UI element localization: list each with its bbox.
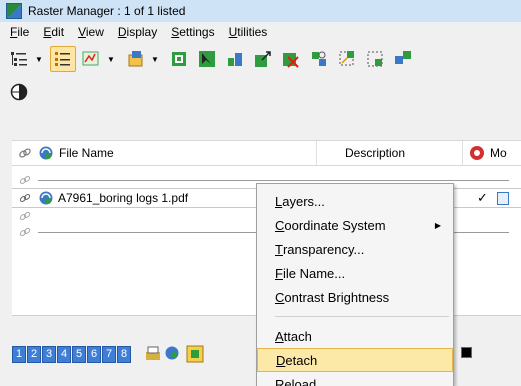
- link-icon: [12, 210, 38, 222]
- menu-item-transparency-key: T: [275, 241, 283, 257]
- attach-raster-icon[interactable]: [122, 46, 148, 72]
- menu-item-coordinate-system-label: oordinate System: [284, 217, 386, 233]
- raster-status-icon[interactable]: [186, 345, 204, 363]
- view-4-button[interactable]: 4: [57, 345, 71, 363]
- file-name-column-label: File Name: [59, 146, 114, 160]
- menu-item-reload[interactable]: Reload: [257, 372, 453, 386]
- title-bar: Raster Manager : 1 of 1 listed: [0, 0, 521, 22]
- submenu-arrow-icon: ▶: [434, 220, 441, 230]
- menu-item-reload-label: eload: [284, 376, 317, 386]
- move-raster-icon[interactable]: [250, 46, 276, 72]
- menu-item-contrast-brightness-key: C: [275, 289, 285, 305]
- menu-separator: [275, 316, 449, 317]
- status-bar: 1 2 3 4 5 6 7 8: [12, 342, 204, 366]
- menu-edit[interactable]: Edit: [43, 25, 64, 39]
- tree-view-dropdown-icon[interactable]: ▼: [34, 46, 44, 72]
- m-column-header[interactable]: Mo: [462, 141, 521, 165]
- raster-file-icon: [39, 191, 53, 205]
- menu-bar: File Edit View Display Settings Utilitie…: [0, 22, 521, 42]
- delete-raster-icon[interactable]: [278, 46, 304, 72]
- m-column-label: Mo: [490, 146, 507, 160]
- empty-row-line: [38, 180, 509, 181]
- visibility-column-icon: [470, 146, 484, 160]
- menu-item-attach[interactable]: Attach: [257, 324, 453, 348]
- menu-item-layers-key: L: [275, 193, 283, 209]
- view-8-button[interactable]: 8: [117, 345, 131, 363]
- description-column-label: Description: [345, 146, 406, 160]
- raster-dropdown-icon[interactable]: ▼: [106, 46, 116, 72]
- menu-item-coordinate-system[interactable]: Coordinate System ▶: [257, 213, 453, 237]
- m-cell-icon[interactable]: [497, 192, 509, 205]
- view-2-button[interactable]: 2: [27, 345, 41, 363]
- rotate-raster-icon[interactable]: [390, 46, 416, 72]
- menu-file[interactable]: File: [10, 25, 29, 39]
- menu-item-transparency[interactable]: Transparency...: [257, 237, 453, 261]
- view-6-button[interactable]: 6: [87, 345, 101, 363]
- color-swatch[interactable]: [461, 347, 472, 358]
- menu-item-contrast-brightness[interactable]: Contrast Brightness: [257, 285, 453, 309]
- file-name-text: A7961_boring logs 1.pdf: [58, 191, 189, 205]
- context-menu: Layers... Coordinate System ▶ Transparen…: [256, 183, 454, 386]
- refresh-raster-icon[interactable]: [166, 46, 192, 72]
- menu-item-detach-key: D: [276, 352, 286, 368]
- align-raster-icon[interactable]: [222, 46, 248, 72]
- menu-item-layers[interactable]: Layers...: [257, 189, 453, 213]
- link-icon: [12, 174, 38, 186]
- raster-list-header: File Name Description Mo: [12, 140, 521, 166]
- link-icon: [12, 192, 38, 204]
- clip-raster-icon[interactable]: [334, 46, 360, 72]
- description-column-header[interactable]: Description: [316, 141, 462, 165]
- menu-item-transparency-label: ransparency...: [282, 241, 365, 257]
- menu-item-file-name[interactable]: File Name...: [257, 261, 453, 285]
- menu-display[interactable]: Display: [118, 25, 157, 39]
- menu-item-file-name-key: F: [275, 265, 283, 281]
- menu-item-detach-label: etach: [285, 352, 318, 368]
- select-raster-icon[interactable]: [194, 46, 220, 72]
- menu-item-detach[interactable]: Detach: [257, 348, 453, 372]
- transform-raster-icon[interactable]: [306, 46, 332, 72]
- raster-map-icon[interactable]: [78, 46, 104, 72]
- link-icon: [12, 226, 38, 238]
- print-icon[interactable]: [144, 345, 162, 363]
- menu-settings[interactable]: Settings: [171, 25, 214, 39]
- menu-item-contrast-brightness-label: ontrast Brightness: [284, 289, 390, 305]
- display-priority-icon[interactable]: [6, 79, 32, 105]
- globe-icon[interactable]: [164, 345, 182, 363]
- attach-dropdown-icon[interactable]: ▼: [150, 46, 160, 72]
- secondary-toolbar: [0, 78, 34, 106]
- toolbar: ▼ ▼ ▼: [0, 44, 521, 74]
- link-column-icon: [12, 146, 38, 160]
- scale-raster-icon[interactable]: [362, 46, 388, 72]
- raster-manager-icon: [6, 3, 22, 19]
- file-name-column-icon: [39, 146, 53, 160]
- checkmark-icon[interactable]: ✓: [477, 190, 488, 206]
- menu-item-attach-label: ttach: [283, 328, 312, 344]
- view-7-button[interactable]: 7: [102, 345, 116, 363]
- menu-item-layers-label: ayers...: [282, 193, 325, 209]
- list-view-icon[interactable]: [50, 46, 76, 72]
- file-name-column-header[interactable]: File Name: [38, 145, 316, 161]
- view-5-button[interactable]: 5: [72, 345, 86, 363]
- menu-view[interactable]: View: [78, 25, 104, 39]
- menu-item-attach-key: A: [275, 328, 284, 344]
- view-1-button[interactable]: 1: [12, 345, 26, 363]
- tree-view-icon[interactable]: [6, 46, 32, 72]
- menu-utilities[interactable]: Utilities: [229, 25, 268, 39]
- window-title: Raster Manager : 1 of 1 listed: [28, 4, 186, 18]
- file-entry[interactable]: A7961_boring logs 1.pdf: [38, 190, 188, 206]
- menu-item-coordinate-system-key: C: [275, 217, 285, 233]
- menu-item-reload-key: R: [275, 376, 285, 386]
- view-3-button[interactable]: 3: [42, 345, 56, 363]
- menu-item-file-name-label: ile Name...: [282, 265, 346, 281]
